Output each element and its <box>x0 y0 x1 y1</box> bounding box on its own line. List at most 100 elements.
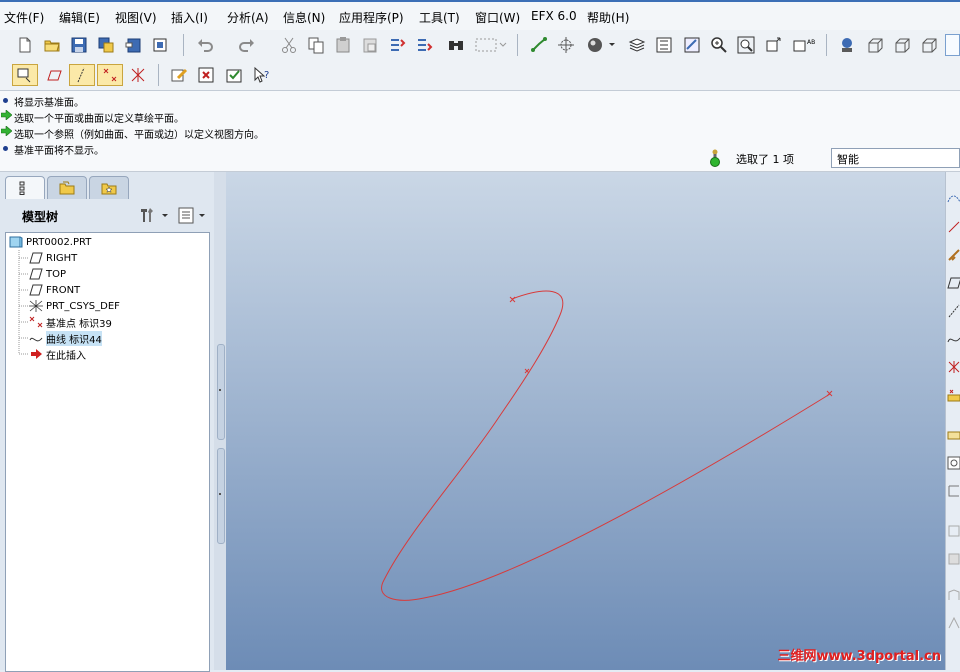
tree-item-datum-point[interactable]: 基准点 标识39 <box>29 314 112 330</box>
tab-model-tree[interactable] <box>5 176 45 199</box>
sketch-curve-icon[interactable] <box>947 192 960 206</box>
orient-icon[interactable]: AB <box>792 34 820 56</box>
menu-insert[interactable]: 插入(I) <box>171 9 208 26</box>
tree-item-label: 在此插入 <box>46 350 86 362</box>
splitter-handle-top[interactable] <box>217 344 225 440</box>
find-icon[interactable] <box>445 34 467 56</box>
regen-manager-icon[interactable] <box>413 34 435 56</box>
no-hidden-icon[interactable] <box>918 34 940 56</box>
copy-icon[interactable] <box>305 34 327 56</box>
datum-point-tool-icon[interactable] <box>947 248 960 262</box>
cut-icon[interactable] <box>278 34 300 56</box>
save-icon[interactable] <box>68 34 90 56</box>
rename-icon[interactable] <box>122 34 144 56</box>
menu-tools[interactable]: 工具(T) <box>419 9 460 26</box>
saved-view-icon[interactable] <box>836 34 858 56</box>
svg-text:AB: AB <box>807 39 815 46</box>
sweep-tool-icon[interactable] <box>947 484 960 498</box>
traffic-light-icon <box>710 149 720 167</box>
layers-icon[interactable] <box>626 34 648 56</box>
wireframe-icon[interactable] <box>864 34 886 56</box>
info-bullet-icon <box>3 98 8 103</box>
csys-display-icon[interactable] <box>125 64 151 86</box>
accept-feature-icon[interactable] <box>223 64 245 86</box>
selection-box-icon[interactable] <box>474 34 508 56</box>
datum-plane-off-icon[interactable] <box>41 64 67 86</box>
context-help-icon[interactable]: ? <box>251 64 273 86</box>
menu-info[interactable]: 信息(N) <box>283 9 325 26</box>
tree-show-button[interactable] <box>176 204 210 226</box>
rib-tool-icon[interactable] <box>947 588 960 602</box>
menu-edit[interactable]: 编辑(E) <box>59 9 100 26</box>
tree-item-insert-here[interactable]: 在此插入 <box>29 346 86 362</box>
draft-tool-icon[interactable] <box>947 616 960 630</box>
csys-tool-icon[interactable] <box>947 360 960 374</box>
info-bullet-icon <box>3 146 8 151</box>
panel-splitter[interactable] <box>214 172 226 670</box>
menu-applications[interactable]: 应用程序(P) <box>339 9 404 26</box>
extrude-tool-icon[interactable] <box>947 428 960 442</box>
hole-tool-icon[interactable] <box>947 524 960 538</box>
paste-special-icon[interactable] <box>359 34 381 56</box>
splitter-handle-bottom[interactable] <box>217 448 225 544</box>
datum-point-marker[interactable] <box>524 368 530 374</box>
tab-folder-browser[interactable] <box>47 176 87 199</box>
tree-item-top[interactable]: TOP <box>29 266 66 282</box>
menu-view[interactable]: 视图(V) <box>115 9 157 26</box>
tree-item-root[interactable]: PRT0002.PRT <box>9 234 91 250</box>
shell-tool-icon[interactable] <box>947 552 960 566</box>
message-line: 基准平面将不显示。 <box>14 146 104 157</box>
datum-point-display-icon[interactable] <box>97 64 123 86</box>
open-folder-icon[interactable] <box>41 34 63 56</box>
selection-status-bar: 选取了 1 项 智能 <box>700 146 960 170</box>
tree-settings-button[interactable] <box>138 204 172 226</box>
paste-icon[interactable] <box>332 34 354 56</box>
datum-axis-display-icon[interactable] <box>69 64 95 86</box>
tree-item-label: FRONT <box>46 284 81 296</box>
datum-plane-icon <box>29 284 43 296</box>
datum-plane-display-icon[interactable] <box>12 64 38 86</box>
spline-curve[interactable] <box>381 290 831 601</box>
filter-dropdown[interactable]: 智能 <box>831 148 960 168</box>
redo-icon[interactable] <box>236 34 258 56</box>
menu-efx[interactable]: EFX 6.0 <box>531 9 577 23</box>
view-manager-icon[interactable] <box>653 34 675 56</box>
menu-file[interactable]: 文件(F) <box>4 9 44 26</box>
spin-center-icon[interactable] <box>555 34 577 56</box>
message-line: 将显示基准面。 <box>14 98 84 109</box>
menu-window[interactable]: 窗口(W) <box>475 9 520 26</box>
shaded-view-icon[interactable] <box>945 34 960 56</box>
coordinate-system-icon <box>29 300 43 312</box>
zoom-in-icon[interactable] <box>708 34 730 56</box>
datum-display-icon[interactable] <box>528 34 550 56</box>
tree-item-curve[interactable]: 曲线 标识44 <box>29 330 102 346</box>
datum-axis-tool-icon[interactable] <box>947 220 960 234</box>
graphics-window[interactable]: 三维网www.3dportal.cn <box>226 172 945 670</box>
hidden-line-icon[interactable] <box>891 34 913 56</box>
tab-favorites[interactable] <box>89 176 129 199</box>
cancel-feature-icon[interactable] <box>195 64 217 86</box>
save-copy-icon[interactable] <box>95 34 117 56</box>
menu-analysis[interactable]: 分析(A) <box>227 9 269 26</box>
tools-icon <box>141 208 168 222</box>
undo-icon[interactable] <box>194 34 216 56</box>
shading-icon[interactable] <box>586 34 616 56</box>
tree-item-csys[interactable]: PRT_CSYS_DEF <box>29 298 120 314</box>
sketch-tool-icon[interactable] <box>168 64 190 86</box>
refit-icon[interactable] <box>762 34 784 56</box>
datum-point-marker[interactable] <box>509 296 516 303</box>
revolve-tool-icon[interactable] <box>947 456 960 470</box>
repaint-icon[interactable] <box>681 34 703 56</box>
zoom-out-icon[interactable] <box>735 34 757 56</box>
tree-item-front[interactable]: FRONT <box>29 282 80 298</box>
regenerate-icon[interactable] <box>386 34 408 56</box>
datum-plane-tool-icon[interactable] <box>947 276 960 290</box>
tree-item-right[interactable]: RIGHT <box>29 250 77 266</box>
curve-tool-icon[interactable] <box>947 332 960 346</box>
new-file-icon[interactable] <box>14 34 36 56</box>
analysis-tool-icon[interactable] <box>947 388 960 402</box>
axis-tool-icon[interactable] <box>947 304 960 318</box>
window-activate-icon[interactable] <box>149 34 171 56</box>
menu-help[interactable]: 帮助(H) <box>587 9 629 26</box>
datum-point-marker[interactable] <box>826 390 833 397</box>
